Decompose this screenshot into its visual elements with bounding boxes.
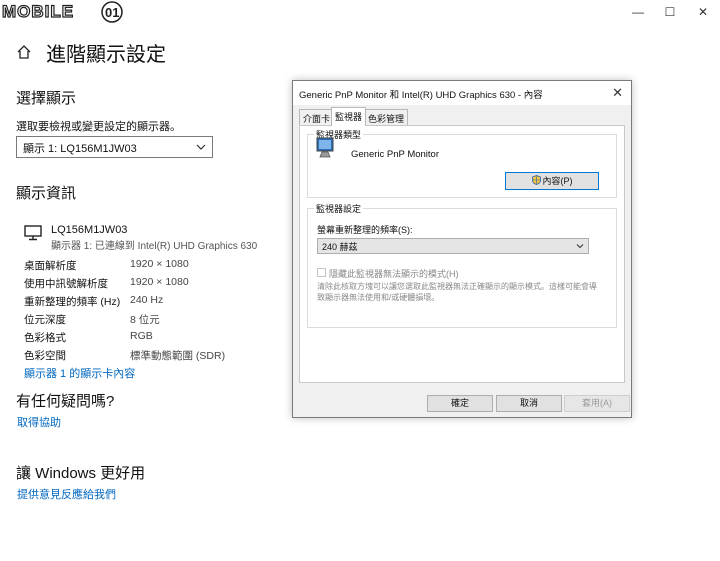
tab-color-management[interactable]: 色彩管理: [364, 109, 409, 125]
info-value-desktop-resolution: 1920 × 1080: [130, 258, 189, 270]
monitor-properties-button[interactable]: 內容(P): [505, 172, 599, 190]
display-select-value: 顯示 1: LQ156M1JW03: [23, 143, 137, 155]
tab-monitor[interactable]: 監視器: [331, 107, 367, 126]
dialog-close-button[interactable]: ✕: [612, 85, 623, 101]
info-label-signal-resolution: 使用中訊號解析度: [24, 278, 108, 290]
maximize-button[interactable]: ☐: [655, 2, 685, 22]
get-help-link[interactable]: 取得協助: [17, 414, 61, 430]
monitor-type-name: Generic PnP Monitor: [351, 149, 440, 160]
info-label-color-space: 色彩空間: [24, 350, 66, 362]
uac-shield-icon: [531, 175, 541, 185]
refresh-rate-value: 240 赫茲: [322, 242, 358, 252]
monitor-properties-button-label: 內容(P): [542, 176, 573, 186]
chevron-down-icon: [576, 244, 584, 249]
info-label-refresh-rate: 重新整理的頻率 (Hz): [24, 296, 121, 308]
refresh-rate-label: 螢幕重新整理的頻率(S):: [317, 225, 413, 235]
display-info-heading: 顯示資訊: [16, 185, 77, 202]
mobile01-logo: MOBILE 01: [2, 1, 123, 23]
pnp-monitor-icon: [316, 137, 334, 158]
ok-button[interactable]: 確定: [427, 395, 493, 412]
chevron-down-icon: [196, 144, 206, 150]
dialog-titlebar[interactable]: Generic PnP Monitor 和 Intel(R) UHD Graph…: [293, 81, 631, 105]
info-value-bit-depth: 8 位元: [130, 314, 160, 326]
apply-button[interactable]: 套用(A): [564, 395, 630, 412]
svg-text:MOBILE: MOBILE: [2, 2, 74, 21]
monitor-name: LQ156M1JW03: [51, 224, 128, 236]
minimize-button[interactable]: —: [623, 2, 653, 22]
monitor-connection: 顯示器 1: 已連線到 Intel(R) UHD Graphics 630: [51, 241, 258, 252]
cancel-button[interactable]: 取消: [496, 395, 562, 412]
info-label-bit-depth: 位元深度: [24, 314, 66, 326]
select-display-heading: 選擇顯示: [16, 90, 77, 107]
info-value-refresh-rate: 240 Hz: [130, 294, 164, 306]
display-adapter-properties-link[interactable]: 顯示器 1 的顯示卡內容: [24, 365, 135, 381]
hide-modes-description: 清除此核取方塊可以讓您選取此監視器無法正確顯示的顯示模式。這樣可能會導致顯示器無…: [317, 282, 597, 302]
hide-modes-label: 隱藏此監視器無法顯示的模式(H): [329, 269, 459, 279]
feedback-link[interactable]: 提供意見反應給我們: [17, 486, 116, 502]
close-button[interactable]: ✕: [688, 2, 718, 22]
svg-text:01: 01: [105, 5, 119, 20]
info-label-desktop-resolution: 桌面解析度: [24, 260, 77, 272]
page-title: 進階顯示設定: [46, 44, 166, 66]
info-value-color-format: RGB: [130, 330, 153, 342]
monitor-settings-label: 監視器設定: [314, 202, 364, 215]
info-label-color-format: 色彩格式: [24, 332, 66, 344]
feedback-heading: 讓 Windows 更好用: [16, 465, 146, 482]
dialog-title: Generic PnP Monitor 和 Intel(R) UHD Graph…: [299, 90, 543, 101]
info-value-color-space: 標準動態範圍 (SDR): [130, 350, 226, 362]
monitor-properties-dialog: Generic PnP Monitor 和 Intel(R) UHD Graph…: [292, 80, 632, 418]
hide-modes-checkbox[interactable]: [317, 268, 326, 277]
home-icon[interactable]: [16, 44, 32, 60]
help-heading: 有任何疑問嗎?: [16, 393, 115, 410]
monitor-icon: [24, 225, 42, 241]
refresh-rate-select[interactable]: 240 赫茲: [317, 238, 589, 254]
info-value-signal-resolution: 1920 × 1080: [130, 276, 189, 288]
select-display-subtitle: 選取要檢視或變更設定的顯示器。: [16, 121, 181, 133]
display-select[interactable]: 顯示 1: LQ156M1JW03: [16, 136, 213, 158]
tab-adapter[interactable]: 介面卡: [299, 109, 335, 125]
